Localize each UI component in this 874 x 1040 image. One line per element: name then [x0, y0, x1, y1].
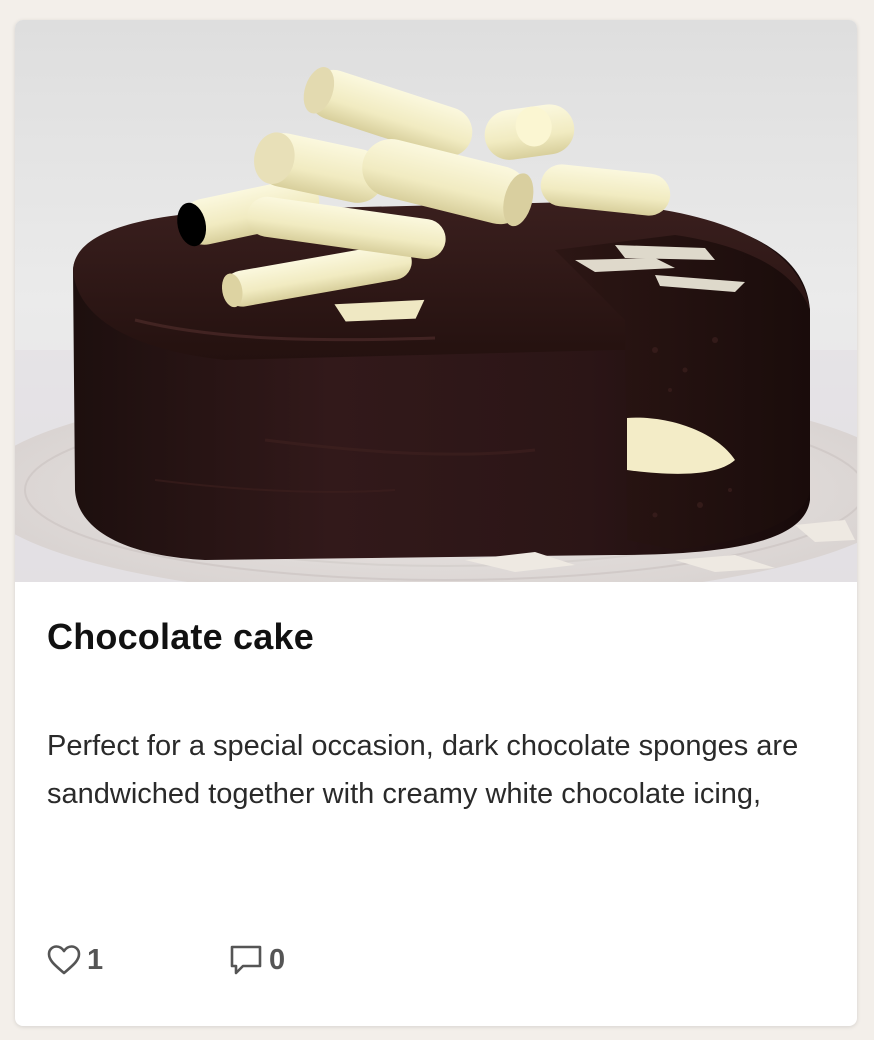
comment-count: 0	[269, 943, 286, 976]
like-count: 1	[87, 943, 104, 976]
recipe-card[interactable]: Chocolate cake Perfect for a special occ…	[15, 20, 857, 1026]
recipe-description: Perfect for a special occasion, dark cho…	[47, 730, 799, 810]
heart-icon	[47, 944, 81, 976]
comment-button[interactable]: 0	[229, 938, 285, 982]
recipe-image[interactable]	[15, 20, 857, 582]
card-actions: 1 0	[47, 938, 447, 982]
like-button[interactable]: 1	[47, 938, 103, 982]
speech-bubble-icon	[229, 943, 263, 977]
recipe-title[interactable]: Chocolate cake	[47, 616, 314, 658]
